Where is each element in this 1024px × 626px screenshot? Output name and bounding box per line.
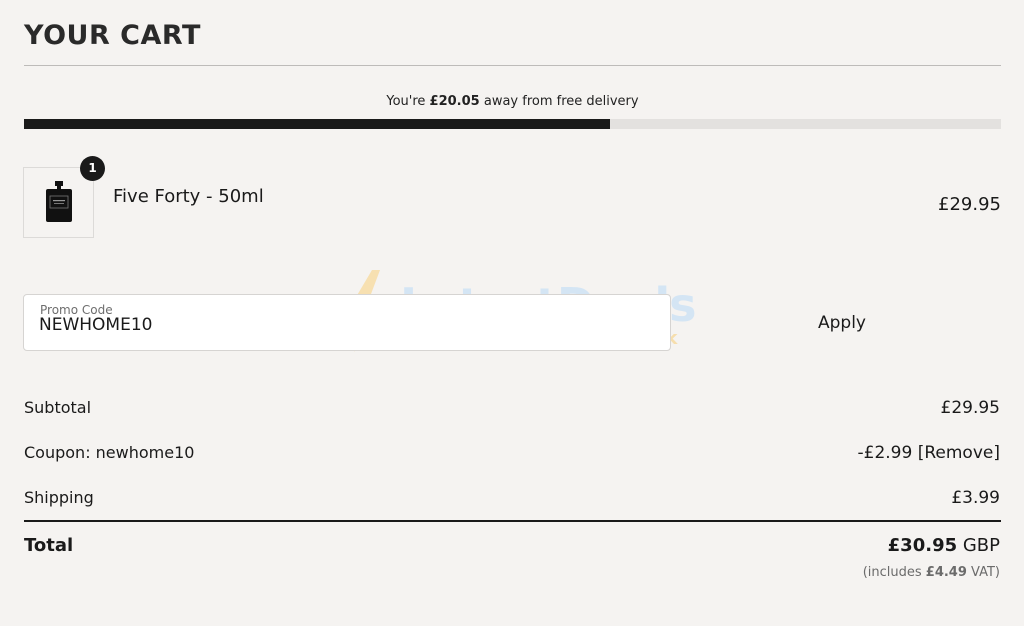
page-title: YOUR CART — [24, 20, 201, 51]
total-divider — [24, 520, 1001, 522]
vat-amount: £4.49 — [925, 565, 967, 580]
total-currency: GBP — [957, 535, 1000, 556]
vat-prefix: (includes — [862, 565, 926, 580]
free-delivery-progress-bar — [24, 119, 1001, 129]
subtotal-label: Subtotal — [24, 398, 92, 417]
subtotal-value: £29.95 — [940, 398, 1000, 418]
cart-item-price: £29.95 — [938, 194, 1001, 215]
free-delivery-message: You're £20.05 away from free delivery — [24, 94, 1001, 109]
coupon-discount: -£2.99 — [857, 443, 913, 463]
cart-item-name[interactable]: Five Forty - 50ml — [113, 186, 264, 207]
total-label: Total — [24, 535, 74, 556]
remove-coupon-link[interactable]: [Remove] — [918, 443, 1000, 463]
vat-note: (includes £4.49 VAT) — [863, 565, 1000, 580]
promo-code-field[interactable]: Promo Code — [23, 294, 671, 351]
delivery-amount: £20.05 — [429, 94, 480, 109]
title-divider — [24, 65, 1001, 66]
progress-fill — [24, 119, 611, 129]
promo-code-input[interactable] — [39, 314, 639, 336]
total-value: £30.95 GBP — [888, 535, 1000, 556]
coupon-row-value: -£2.99 [Remove] — [858, 443, 1000, 463]
delivery-prefix: You're — [386, 94, 430, 109]
vat-suffix: VAT) — [966, 565, 1000, 580]
delivery-suffix: away from free delivery — [479, 94, 639, 109]
shipping-label: Shipping — [24, 488, 94, 507]
apply-promo-button[interactable]: Apply — [800, 310, 884, 336]
coupon-label: Coupon: newhome10 — [24, 443, 195, 462]
shipping-value: £3.99 — [951, 488, 1000, 508]
quantity-badge: 1 — [80, 156, 105, 181]
total-amount: £30.95 — [887, 535, 958, 556]
